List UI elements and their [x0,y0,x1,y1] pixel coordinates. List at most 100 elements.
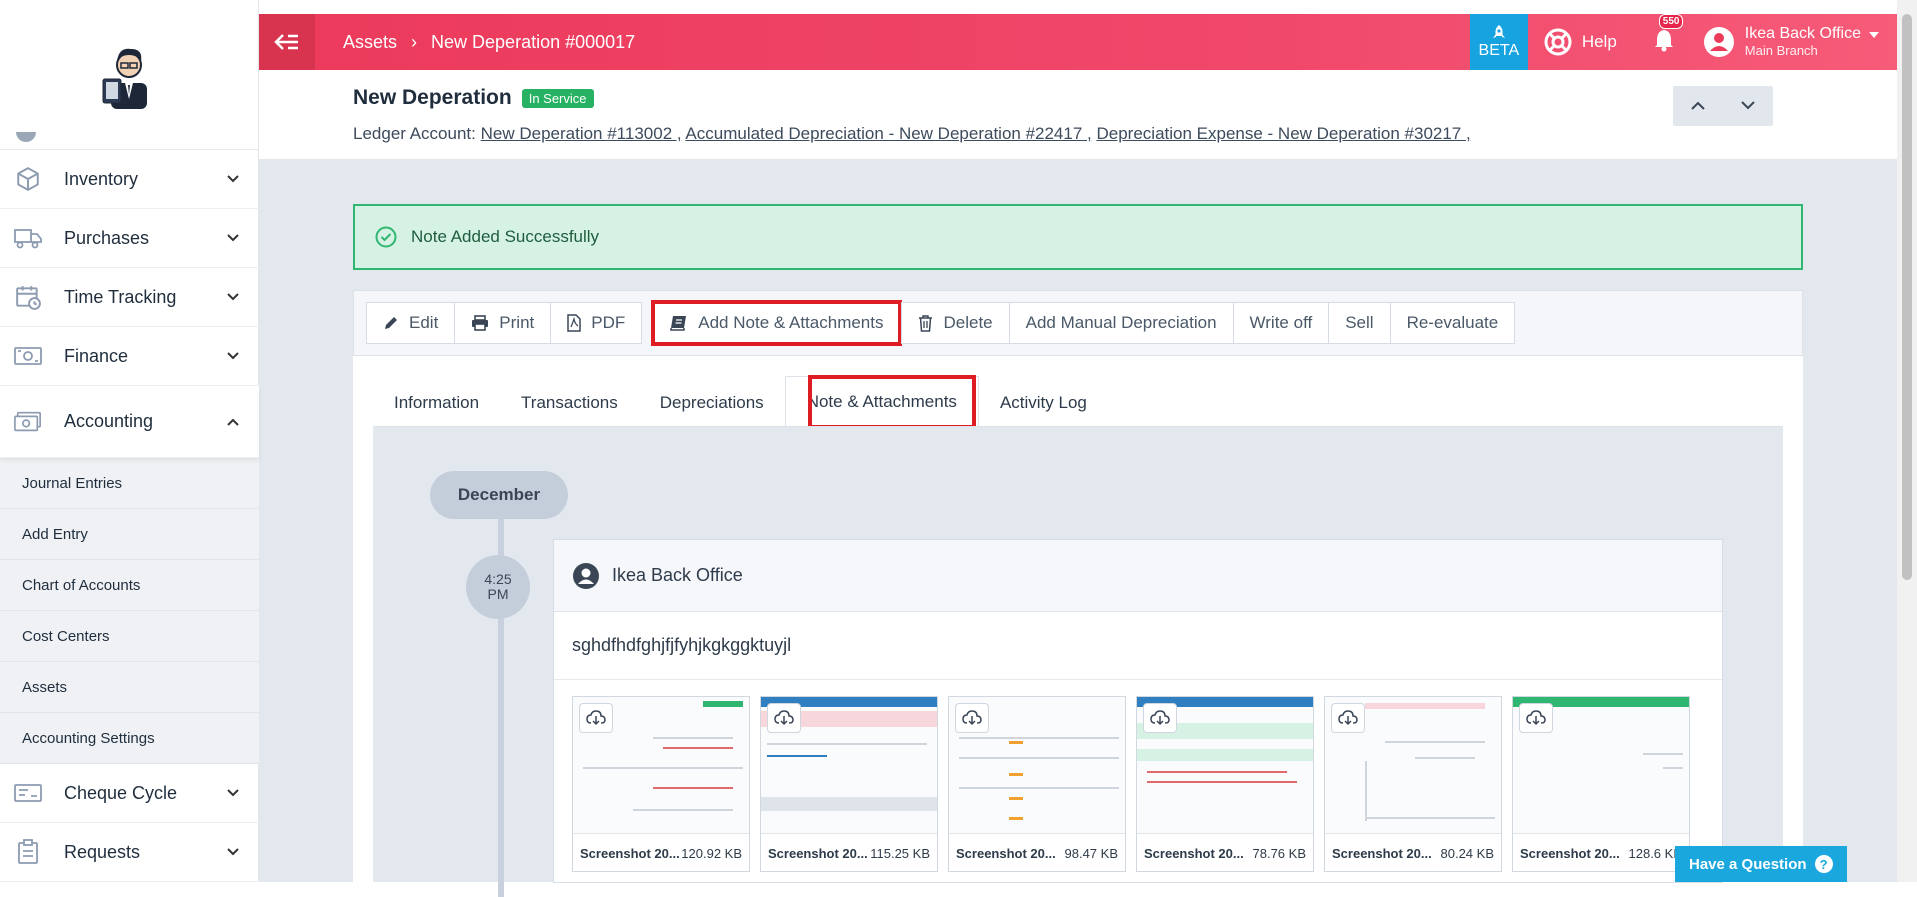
tab-transactions[interactable]: Transactions [500,380,639,426]
ledger-label: Ledger Account: [353,124,476,143]
tab-note-attachments[interactable]: Note & Attachments [784,375,979,429]
user-name: Ikea Back Office [1744,25,1861,43]
tab-bar: Information Transactions Depreciations N… [373,356,1108,429]
add-manual-depreciation-button[interactable]: Add Manual Depreciation [1008,302,1234,344]
success-alert: Note Added Successfully [353,204,1803,270]
submenu-cost-centers[interactable]: Cost Centers [0,611,259,662]
print-button[interactable]: Print [454,302,552,344]
logo[interactable] [0,0,258,150]
status-badge: In Service [521,88,594,108]
chevron-right-icon: › [411,31,418,52]
clipboard-icon [14,838,42,866]
delete-button[interactable]: Delete [901,302,1010,344]
page-scrollbar[interactable] [1897,0,1917,882]
sidebar-item-label: Cheque Cycle [64,782,178,803]
write-off-button[interactable]: Write off [1232,302,1330,344]
sidebar-item-purchases[interactable]: Purchases [0,209,259,268]
sidebar-item-label: Accounting [64,411,154,431]
re-evaluate-button[interactable]: Re-evaluate [1389,302,1516,344]
chevron-down-icon [221,352,245,360]
submenu-add-entry[interactable]: Add Entry [0,509,259,560]
attachment-name: Screenshot 20... [768,846,868,861]
sell-button[interactable]: Sell [1328,302,1391,344]
ledger-link-asset[interactable]: New Deperation #113002 , [481,124,682,143]
sidebar-item-accounting[interactable]: Accounting [0,386,259,458]
note-text: sghdfhdfghjfjfyhjkgkggktuyjl [554,612,1722,680]
help-button[interactable]: Help [1544,28,1617,56]
submenu-accounting-settings[interactable]: Accounting Settings [0,713,259,764]
attachment-card[interactable]: Screenshot 20... 128.6 KB [1512,696,1690,872]
submenu-chart-of-accounts[interactable]: Chart of Accounts [0,560,259,611]
ledger-link-expense[interactable]: Depreciation Expense - New Deperation #3… [1096,124,1470,143]
user-menu[interactable]: Ikea Back Office Main Branch [1703,25,1879,58]
notes-timeline: December 4:25 PM Ikea Back Office sghdfh… [373,426,1783,897]
tab-information[interactable]: Information [373,380,500,426]
branch-name: Main Branch [1744,42,1818,58]
truck-icon [14,224,42,252]
attachment-card[interactable]: Screenshot 20... 80.24 KB [1324,696,1502,872]
attachment-size: 78.76 KB [1252,846,1307,861]
tab-activity-log[interactable]: Activity Log [979,380,1108,426]
have-a-question-label: Have a Question [1689,855,1807,873]
sidebar-item-requests[interactable]: Requests [0,823,259,882]
tab-depreciations[interactable]: Depreciations [639,380,785,426]
sidebar-item-cheque-cycle[interactable]: Cheque Cycle [0,764,259,823]
download-cloud-icon[interactable] [1331,703,1365,733]
sidebar: Inventory Purchases Time Tracking Financ… [0,0,259,882]
time-ampm: PM [487,586,509,602]
user-circle-icon [573,562,599,589]
notifications-button[interactable]: 550 [1653,13,1684,57]
businessman-logo-icon [102,48,147,109]
sidebar-item-label: Requests [64,841,141,862]
breadcrumb: Assets › New Deperation #000017 [343,32,635,53]
timeline-time: 4:25 PM [466,555,530,619]
arrow-left-icon [274,34,298,50]
chevron-down-icon [221,848,245,856]
download-cloud-icon[interactable] [1143,703,1177,733]
have-a-question-button[interactable]: Have a Question ? [1675,846,1847,882]
download-cloud-icon[interactable] [1519,703,1553,733]
pencil-icon [385,317,397,329]
next-record-button[interactable] [1741,97,1755,115]
breadcrumb-assets[interactable]: Assets [343,32,397,53]
sidebar-item-label: Inventory [64,168,139,189]
attachment-card[interactable]: Screenshot 20... 78.76 KB [1136,696,1314,872]
chevron-up-icon [1691,101,1705,110]
rocket-icon [1492,25,1505,38]
box-icon [14,165,42,193]
chevron-up-icon [221,418,245,426]
partial-nav-item [14,132,244,152]
beta-button[interactable]: BETA [1469,14,1528,70]
attachment-card[interactable]: Screenshot 20... 115.25 KB [760,696,938,872]
sidebar-item-label: Purchases [64,227,150,248]
timeline-month: December [430,471,568,519]
collapse-sidebar-button[interactable] [259,14,315,70]
attachment-size: 120.92 KB [681,846,742,861]
attachment-size: 98.47 KB [1064,846,1119,861]
print-label: Print [499,313,535,332]
scrollbar-thumb[interactable] [1902,14,1912,580]
check-circle-icon [375,226,397,248]
pdf-button[interactable]: PDF [550,302,643,344]
lifebuoy-icon [1544,28,1572,56]
sidebar-item-finance[interactable]: Finance [0,327,259,386]
sell-label: Sell [1345,313,1374,332]
sidebar-item-label: Finance [64,345,129,366]
previous-record-button[interactable] [1691,97,1705,115]
download-cloud-icon[interactable] [579,703,613,733]
submenu-assets[interactable]: Assets [0,662,259,713]
download-cloud-icon[interactable] [767,703,801,733]
highlight-box [807,375,976,429]
chevron-down-icon [221,234,245,242]
submenu-journal-entries[interactable]: Journal Entries [0,458,259,509]
sidebar-item-inventory[interactable]: Inventory [0,150,259,209]
sidebar-item-time-tracking[interactable]: Time Tracking [0,268,259,327]
add-note-attachments-button[interactable]: Add Note & Attachments [651,300,903,346]
download-cloud-icon[interactable] [955,703,989,733]
ledger-link-accumulated[interactable]: Accumulated Depreciation - New Deperatio… [685,124,1091,143]
attachment-card[interactable]: Screenshot 20... 120.92 KB [572,696,750,872]
book-icon [670,316,687,331]
edit-button[interactable]: Edit [366,302,456,344]
attachment-card[interactable]: Screenshot 20... 98.47 KB [948,696,1126,872]
cheque-icon [14,779,42,807]
